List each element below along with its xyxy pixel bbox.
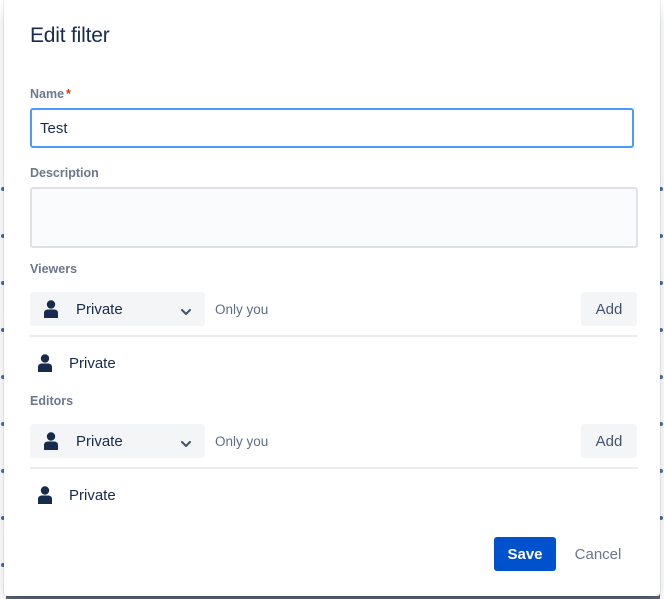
viewers-entry-label: Private (69, 354, 116, 372)
editors-select[interactable]: Private (30, 424, 205, 458)
save-button[interactable]: Save (494, 537, 556, 571)
viewers-select-value: Private (76, 300, 123, 318)
editors-label: Editors (30, 394, 74, 408)
viewers-label: Viewers (30, 262, 78, 276)
name-label: Name * (30, 87, 71, 101)
chevron-down-icon (181, 303, 191, 321)
chevron-down-icon (181, 435, 191, 453)
cancel-button[interactable]: Cancel (564, 537, 632, 571)
dialog-title: Edit filter (30, 24, 110, 47)
person-icon (44, 299, 60, 319)
person-icon (38, 353, 54, 373)
name-input[interactable] (30, 108, 634, 148)
viewers-hint: Only you (215, 302, 269, 317)
backdrop-right-edge (660, 0, 664, 599)
viewers-entry: Private (30, 351, 116, 375)
editors-entry-label: Private (69, 486, 116, 504)
editors-select-value: Private (76, 432, 123, 450)
viewers-divider (30, 335, 638, 337)
editors-hint: Only you (215, 434, 269, 449)
name-label-text: Name (30, 87, 65, 101)
editors-entry: Private (30, 483, 116, 507)
viewers-select[interactable]: Private (30, 292, 205, 326)
person-icon (38, 485, 54, 505)
editors-divider (30, 467, 638, 469)
viewers-add-button[interactable]: Add (581, 292, 637, 326)
editors-add-button[interactable]: Add (581, 424, 637, 458)
description-input[interactable] (30, 187, 638, 248)
description-label: Description (30, 166, 99, 180)
edit-filter-dialog: Edit filter Name* Description Viewers Pr… (4, 0, 660, 596)
person-icon (44, 431, 60, 451)
required-marker: * (66, 87, 71, 101)
